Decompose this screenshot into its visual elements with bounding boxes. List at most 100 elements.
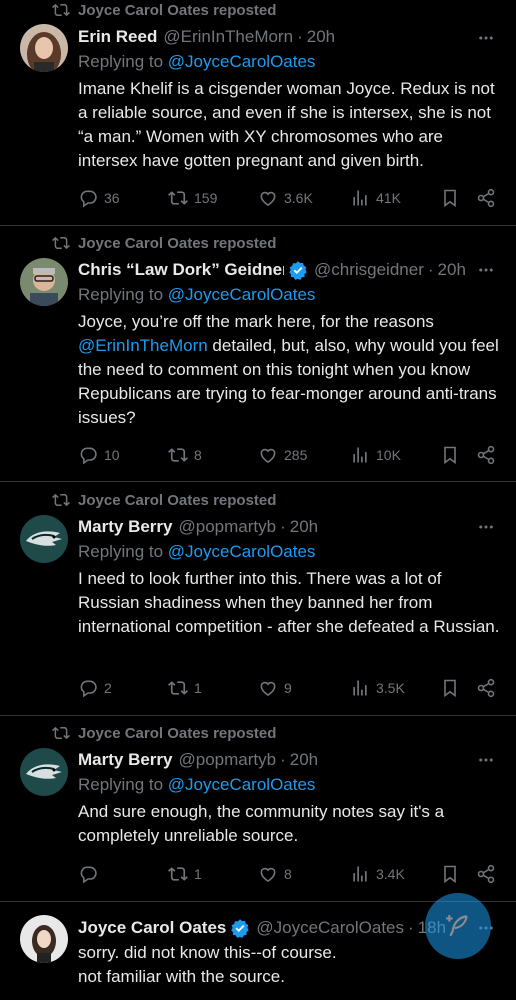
more-options-button[interactable] bbox=[476, 517, 496, 537]
repost-icon bbox=[168, 681, 188, 695]
like-count: 285 bbox=[284, 447, 308, 463]
tweet-text: I need to look further into this. There … bbox=[78, 569, 500, 636]
separator-dot: · bbox=[408, 918, 414, 937]
share-icon bbox=[477, 864, 495, 884]
tweet-header: Joyce Carol Oates @JoyceCarolOates · 18h bbox=[78, 916, 476, 940]
display-name[interactable]: Erin Reed bbox=[78, 27, 157, 47]
bookmark-button[interactable] bbox=[440, 445, 460, 465]
avatar[interactable] bbox=[20, 24, 68, 72]
reply-button[interactable]: 36 bbox=[78, 188, 120, 208]
views-button[interactable]: 10K bbox=[350, 445, 401, 465]
reply-button[interactable] bbox=[78, 864, 104, 884]
tweet-erin-reed[interactable]: Joyce Carol Oates reposted Erin Reed @Er… bbox=[0, 0, 516, 226]
repost-icon bbox=[168, 191, 188, 205]
views-count: 41K bbox=[376, 190, 401, 206]
share-icon bbox=[477, 445, 495, 465]
reply-button[interactable]: 2 bbox=[78, 678, 112, 698]
avatar[interactable] bbox=[20, 258, 68, 306]
reply-mention-link[interactable]: @JoyceCarolOates bbox=[168, 775, 316, 794]
timestamp[interactable]: 20h bbox=[290, 750, 318, 770]
heart-icon bbox=[260, 448, 276, 464]
more-icon bbox=[479, 758, 493, 762]
timestamp[interactable]: 20h bbox=[438, 260, 466, 280]
share-button[interactable] bbox=[476, 445, 496, 465]
bookmark-icon bbox=[444, 189, 456, 208]
tweet-text: And sure enough, the community notes say… bbox=[78, 802, 449, 845]
timestamp[interactable]: 20h bbox=[307, 27, 335, 47]
reply-button[interactable]: 10 bbox=[78, 445, 120, 465]
bookmark-icon bbox=[444, 679, 456, 698]
avatar[interactable] bbox=[20, 915, 68, 963]
tweet-text-start: Joyce, you’re off the mark here, for the… bbox=[78, 312, 439, 331]
repost-label: Joyce Carol Oates reposted bbox=[78, 1, 277, 19]
reply-context: Replying to @JoyceCarolOates bbox=[78, 542, 315, 562]
share-icon bbox=[477, 678, 495, 698]
repost-button[interactable]: 159 bbox=[168, 188, 217, 208]
reply-mention-link[interactable]: @JoyceCarolOates bbox=[168, 285, 316, 304]
bookmark-button[interactable] bbox=[440, 864, 460, 884]
mention-link[interactable]: @ErinInTheMorn bbox=[78, 336, 208, 355]
reply-label: Replying to bbox=[78, 775, 168, 794]
repost-count: 1 bbox=[194, 680, 202, 696]
separator-dot: · bbox=[280, 517, 286, 536]
more-options-button[interactable] bbox=[476, 260, 496, 280]
repost-button[interactable]: 1 bbox=[168, 678, 202, 698]
tweet-marty-berry-2[interactable]: Joyce Carol Oates reposted Marty Berry @… bbox=[0, 716, 516, 902]
avatar[interactable] bbox=[20, 515, 68, 563]
verified-badge-icon bbox=[289, 261, 307, 280]
reply-mention-link[interactable]: @JoyceCarolOates bbox=[168, 542, 316, 561]
display-name[interactable]: Joyce Carol Oates bbox=[78, 918, 226, 938]
like-button[interactable]: 8 bbox=[258, 864, 292, 884]
timestamp[interactable]: 20h bbox=[290, 517, 318, 537]
like-button[interactable]: 9 bbox=[258, 678, 292, 698]
views-icon bbox=[353, 680, 367, 696]
views-button[interactable]: 41K bbox=[350, 188, 401, 208]
views-button[interactable]: 3.5K bbox=[350, 678, 405, 698]
views-count: 10K bbox=[376, 447, 401, 463]
user-handle[interactable]: @popmartyb bbox=[179, 517, 277, 537]
bookmark-icon bbox=[444, 865, 456, 884]
repost-button[interactable]: 1 bbox=[168, 864, 202, 884]
bookmark-button[interactable] bbox=[440, 678, 460, 698]
repost-count: 1 bbox=[194, 866, 202, 882]
reply-icon bbox=[80, 866, 97, 884]
bookmark-icon bbox=[444, 446, 456, 465]
repost-label: Joyce Carol Oates reposted bbox=[78, 724, 277, 742]
user-handle[interactable]: @JoyceCarolOates bbox=[256, 918, 404, 938]
bookmark-button[interactable] bbox=[440, 188, 460, 208]
reply-label: Replying to bbox=[78, 285, 168, 304]
user-handle[interactable]: @chrisgeidner bbox=[314, 260, 424, 280]
share-button[interactable] bbox=[476, 864, 496, 884]
compose-button[interactable] bbox=[425, 893, 491, 959]
user-handle[interactable]: @popmartyb bbox=[179, 750, 277, 770]
repost-button[interactable]: 8 bbox=[168, 445, 202, 465]
tweet-marty-berry-1[interactable]: Joyce Carol Oates reposted Marty Berry @… bbox=[0, 482, 516, 716]
separator-dot: · bbox=[427, 260, 434, 279]
user-handle[interactable]: @ErinInTheMorn bbox=[163, 27, 293, 47]
repost-icon bbox=[52, 236, 70, 250]
display-name[interactable]: Chris “Law Dork” Geidner bbox=[78, 260, 284, 280]
repost-label: Joyce Carol Oates reposted bbox=[78, 234, 277, 252]
more-options-button[interactable] bbox=[476, 28, 496, 48]
like-button[interactable]: 285 bbox=[258, 445, 307, 465]
heart-icon bbox=[260, 681, 276, 697]
reply-count: 36 bbox=[104, 190, 120, 206]
like-button[interactable]: 3.6K bbox=[258, 188, 313, 208]
repost-label: Joyce Carol Oates reposted bbox=[78, 491, 277, 509]
repost-icon bbox=[168, 448, 188, 462]
more-icon bbox=[479, 36, 493, 40]
reply-label: Replying to bbox=[78, 52, 168, 71]
views-button[interactable]: 3.4K bbox=[350, 864, 405, 884]
share-button[interactable] bbox=[476, 188, 496, 208]
views-icon bbox=[353, 866, 367, 882]
display-name[interactable]: Marty Berry bbox=[78, 750, 173, 770]
repost-indicator: Joyce Carol Oates reposted bbox=[52, 723, 276, 743]
tweet-chris-geidner[interactable]: Joyce Carol Oates reposted Chris “Law Do… bbox=[0, 226, 516, 482]
repost-indicator: Joyce Carol Oates reposted bbox=[52, 0, 276, 20]
avatar[interactable] bbox=[20, 748, 68, 796]
reply-mention-link[interactable]: @JoyceCarolOates bbox=[168, 52, 316, 71]
tweet-header: Marty Berry @popmartyb · 20h bbox=[78, 515, 476, 539]
display-name[interactable]: Marty Berry bbox=[78, 517, 173, 537]
share-button[interactable] bbox=[476, 678, 496, 698]
more-options-button[interactable] bbox=[476, 750, 496, 770]
